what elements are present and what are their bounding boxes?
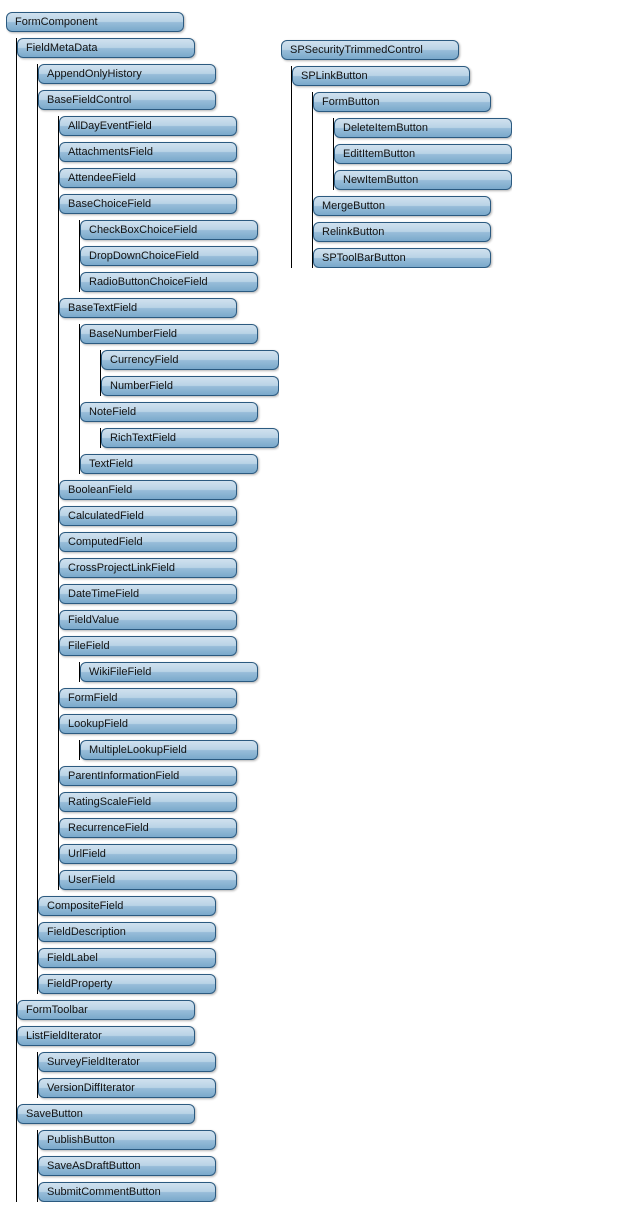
node-newitembutton[interactable]: NewItemButton [334,170,512,190]
node-recurrencefield[interactable]: RecurrenceField [59,818,237,838]
node-appendonlyhistory[interactable]: AppendOnlyHistory [38,64,216,84]
node-relinkbutton[interactable]: RelinkButton [313,222,491,242]
node-userfield[interactable]: UserField [59,870,237,890]
hierarchy-formcomponent: FormComponent FieldMetaData AppendOnlyHist… [6,6,279,1202]
node-compositefield[interactable]: CompositeField [38,896,216,916]
node-savebutton[interactable]: SaveButton [17,1104,195,1124]
node-computedfield[interactable]: ComputedField [59,532,237,552]
node-surveyfielditerator[interactable]: SurveyFieldIterator [38,1052,216,1072]
node-fieldmetadata[interactable]: FieldMetaData [17,38,195,58]
node-crossprojectlinkfield[interactable]: CrossProjectLinkField [59,558,237,578]
node-edititembutton[interactable]: EditItemButton [334,144,512,164]
hierarchy-spsecuritytrimmedcontrol: SPSecurityTrimmedControl SPLinkButton Form… [281,34,512,268]
node-versiondiffiterator[interactable]: VersionDiffIterator [38,1078,216,1098]
node-dropdownchoicefield[interactable]: DropDownChoiceField [80,246,258,266]
node-splinkbutton[interactable]: SPLinkButton [292,66,470,86]
node-fieldproperty[interactable]: FieldProperty [38,974,216,994]
node-alldayeventfield[interactable]: AllDayEventField [59,116,237,136]
node-formbutton[interactable]: FormButton [313,92,491,112]
node-basetextfield[interactable]: BaseTextField [59,298,237,318]
node-booleanfield[interactable]: BooleanField [59,480,237,500]
node-lookupfield[interactable]: LookupField [59,714,237,734]
node-attachmentsfield[interactable]: AttachmentsField [59,142,237,162]
node-mergebutton[interactable]: MergeButton [313,196,491,216]
node-formtoolbar[interactable]: FormToolbar [17,1000,195,1020]
node-radiobuttonchoicefield[interactable]: RadioButtonChoiceField [80,272,258,292]
node-fieldlabel[interactable]: FieldLabel [38,948,216,968]
node-deleteitembutton[interactable]: DeleteItemButton [334,118,512,138]
node-datetimefield[interactable]: DateTimeField [59,584,237,604]
node-saveasdraftbutton[interactable]: SaveAsDraftButton [38,1156,216,1176]
node-parentinformationfield[interactable]: ParentInformationField [59,766,237,786]
node-spsecuritytrimmedcontrol[interactable]: SPSecurityTrimmedControl [281,40,459,60]
node-calculatedfield[interactable]: CalculatedField [59,506,237,526]
node-basechoicefield[interactable]: BaseChoiceField [59,194,237,214]
node-textfield[interactable]: TextField [80,454,258,474]
node-fieldvalue[interactable]: FieldValue [59,610,237,630]
node-wikifilefield[interactable]: WikiFileField [80,662,258,682]
node-filefield[interactable]: FileField [59,636,237,656]
node-basenumberfield[interactable]: BaseNumberField [80,324,258,344]
node-fielddescription[interactable]: FieldDescription [38,922,216,942]
node-basefieldcontrol[interactable]: BaseFieldControl [38,90,216,110]
node-formcomponent[interactable]: FormComponent [6,12,184,32]
node-sptoolbarbutton[interactable]: SPToolBarButton [313,248,491,268]
node-publishbutton[interactable]: PublishButton [38,1130,216,1150]
node-ratingscalefield[interactable]: RatingScaleField [59,792,237,812]
node-formfield[interactable]: FormField [59,688,237,708]
node-notefield[interactable]: NoteField [80,402,258,422]
node-checkboxchoicefield[interactable]: CheckBoxChoiceField [80,220,258,240]
node-numberfield[interactable]: NumberField [101,376,279,396]
node-attendeefield[interactable]: AttendeeField [59,168,237,188]
node-currencyfield[interactable]: CurrencyField [101,350,279,370]
node-multiplelookupfield[interactable]: MultipleLookupField [80,740,258,760]
node-submitcommentbutton[interactable]: SubmitCommentButton [38,1182,216,1202]
node-listfielditerator[interactable]: ListFieldIterator [17,1026,195,1046]
node-richtextfield[interactable]: RichTextField [101,428,279,448]
node-urlfield[interactable]: UrlField [59,844,237,864]
